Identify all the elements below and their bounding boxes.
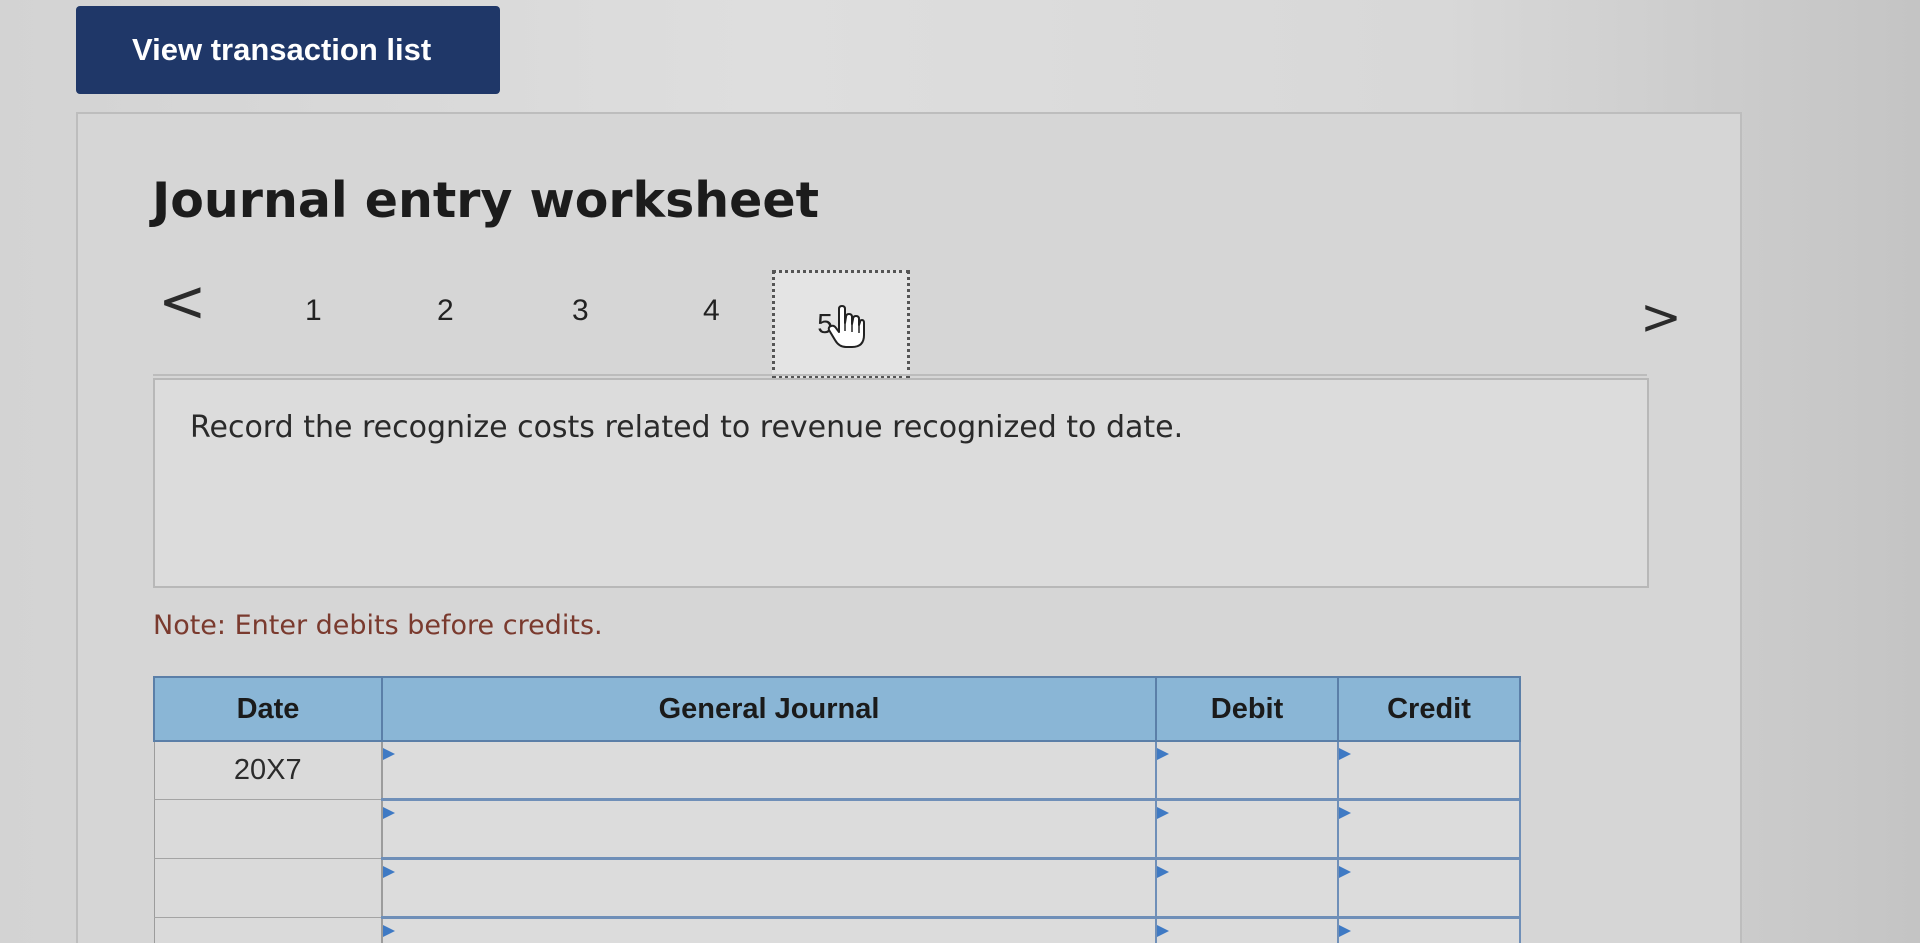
journal-table: Date General Journal Debit Credit 20X7 <box>153 676 1521 943</box>
previous-step-arrow[interactable]: < <box>158 272 207 330</box>
dropdown-indicator-icon <box>1157 748 1169 760</box>
credit-input[interactable] <box>1337 917 1521 943</box>
step-tab-3[interactable]: 3 <box>572 294 589 328</box>
dropdown-indicator-icon <box>1157 866 1169 878</box>
account-input[interactable] <box>381 741 1157 801</box>
view-transaction-list-button[interactable]: View transaction list <box>76 6 500 94</box>
dropdown-indicator-icon <box>1339 807 1351 819</box>
date-cell <box>153 917 383 943</box>
date-cell <box>153 799 383 859</box>
page: View transaction list Journal entry work… <box>0 0 1920 943</box>
header-general-journal: General Journal <box>381 676 1157 742</box>
table-row <box>153 799 1521 860</box>
table-header-row: Date General Journal Debit Credit <box>153 676 1521 742</box>
dropdown-indicator-icon <box>1157 807 1169 819</box>
next-step-arrow[interactable]: > <box>1640 292 1682 342</box>
account-input[interactable] <box>381 799 1157 860</box>
dropdown-indicator-icon <box>383 925 395 937</box>
debit-input[interactable] <box>1155 858 1339 919</box>
account-input[interactable] <box>381 917 1157 943</box>
dropdown-indicator-icon <box>1339 748 1351 760</box>
debit-input[interactable] <box>1155 917 1339 943</box>
step-divider <box>153 374 1647 376</box>
header-date: Date <box>153 676 383 742</box>
date-cell <box>153 858 383 918</box>
worksheet-title: Journal entry worksheet <box>152 172 820 229</box>
dropdown-indicator-icon <box>383 866 395 878</box>
dropdown-indicator-icon <box>383 748 395 760</box>
table-row: 20X7 <box>153 741 1521 801</box>
hand-pointer-icon <box>827 305 865 348</box>
table-row <box>153 917 1521 943</box>
debit-input[interactable] <box>1155 741 1339 801</box>
instruction-text: Record the recognize costs related to re… <box>190 410 1184 445</box>
step-tab-5-active[interactable]: 5 <box>772 270 910 378</box>
step-tab-2[interactable]: 2 <box>437 294 454 328</box>
credit-input[interactable] <box>1337 858 1521 919</box>
step-tab-4[interactable]: 4 <box>703 294 720 328</box>
dropdown-indicator-icon <box>1339 866 1351 878</box>
dropdown-indicator-icon <box>383 807 395 819</box>
credit-input[interactable] <box>1337 741 1521 801</box>
date-cell: 20X7 <box>153 741 383 800</box>
credit-input[interactable] <box>1337 799 1521 860</box>
dropdown-indicator-icon <box>1157 925 1169 937</box>
debit-input[interactable] <box>1155 799 1339 860</box>
dropdown-indicator-icon <box>1339 925 1351 937</box>
table-row <box>153 858 1521 919</box>
account-input[interactable] <box>381 858 1157 919</box>
header-credit: Credit <box>1337 676 1521 742</box>
header-debit: Debit <box>1155 676 1339 742</box>
note-text: Note: Enter debits before credits. <box>153 610 603 641</box>
step-tab-1[interactable]: 1 <box>305 294 322 328</box>
